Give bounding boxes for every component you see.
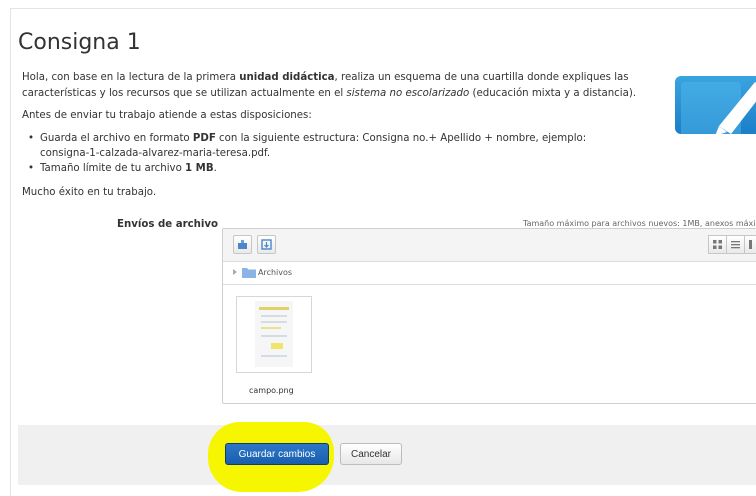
closing-text: Mucho éxito en tu trabajo. — [22, 187, 157, 198]
create-folder-button[interactable] — [257, 235, 276, 254]
file-thumbnail[interactable] — [236, 296, 312, 373]
add-file-icon — [238, 240, 247, 249]
cancel-button[interactable]: Cancelar — [340, 443, 402, 465]
instructions-list: • Guarda el archivo en formato PDF con l… — [28, 131, 628, 176]
folder-icon — [242, 268, 256, 278]
add-file-button[interactable] — [233, 235, 252, 254]
view-toggle-group — [708, 235, 756, 254]
file-picker: Archivos campo.png — [222, 228, 756, 404]
file-name[interactable]: campo.png — [249, 386, 294, 395]
breadcrumb-files[interactable]: Archivos — [258, 268, 292, 277]
grid-view-icon — [713, 240, 722, 249]
expand-arrow-icon[interactable] — [233, 269, 237, 275]
breadcrumb: Archivos — [223, 262, 756, 285]
note-pencil-icon — [675, 76, 756, 134]
page-title: Consigna 1 — [18, 30, 141, 55]
file-picker-toolbar — [223, 229, 756, 262]
image-preview-icon — [255, 301, 293, 367]
view-icons-button[interactable] — [708, 235, 727, 254]
list-item: • Guarda el archivo en formato PDF con l… — [28, 133, 587, 159]
list-item: • Tamaño límite de tu archivo 1 MB. — [28, 163, 217, 174]
tree-view-icon — [749, 240, 752, 249]
view-tree-button[interactable] — [744, 235, 756, 254]
view-list-button[interactable] — [726, 235, 745, 254]
max-size-info: Tamaño máximo para archivos nuevos: 1MB,… — [523, 219, 756, 228]
list-view-icon — [731, 241, 740, 249]
file-submissions-label: Envíos de archivo — [117, 219, 219, 230]
save-changes-button[interactable]: Guardar cambios — [225, 443, 329, 465]
assignment-intro: Hola, con base en la lectura de la prime… — [22, 72, 637, 99]
before-sending-text: Antes de enviar tu trabajo atiende a est… — [22, 110, 312, 121]
download-icon — [261, 239, 272, 250]
